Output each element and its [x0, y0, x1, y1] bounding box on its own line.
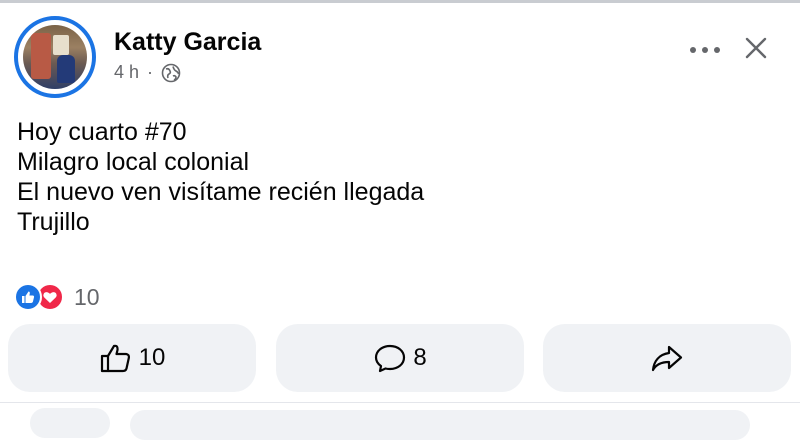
- author-name[interactable]: Katty Garcia: [114, 28, 261, 57]
- comment-input[interactable]: [130, 410, 750, 440]
- close-icon[interactable]: [742, 34, 770, 62]
- bottom-divider: [0, 402, 800, 403]
- post-actions: 10 8: [8, 324, 792, 392]
- post-header: Katty Garcia 4 h ·: [14, 16, 800, 102]
- more-options-icon[interactable]: [688, 40, 722, 60]
- reaction-count: 10: [74, 283, 100, 310]
- post-time[interactable]: 4 h: [114, 62, 139, 83]
- avatar-image: [23, 25, 87, 89]
- globe-icon[interactable]: [161, 63, 181, 83]
- avatar[interactable]: [14, 16, 96, 98]
- like-count: 10: [138, 344, 166, 371]
- top-divider: [0, 0, 800, 3]
- post-text-line: Milagro local colonial: [17, 148, 250, 176]
- meta-separator: ·: [147, 62, 154, 82]
- comment-icon: [375, 344, 406, 373]
- like-button[interactable]: 10: [8, 324, 256, 392]
- post-text-line: El nuevo ven visítame recién llegada: [17, 178, 425, 206]
- post-text-line: Hoy cuarto #70: [17, 118, 187, 146]
- reactions-summary[interactable]: 10: [14, 283, 100, 311]
- comment-button[interactable]: 8: [276, 324, 524, 392]
- thumbs-up-icon: [100, 344, 130, 373]
- like-reaction-icon: [14, 283, 42, 311]
- post-text-line: Trujillo: [17, 208, 90, 236]
- comment-count: 8: [413, 344, 427, 371]
- share-icon: [651, 345, 683, 372]
- post-meta: 4 h ·: [114, 62, 181, 83]
- post-text: Hoy cuarto #70 Milagro local colonial El…: [17, 117, 424, 237]
- share-button[interactable]: [543, 324, 791, 392]
- comment-avatar-placeholder: [30, 408, 110, 438]
